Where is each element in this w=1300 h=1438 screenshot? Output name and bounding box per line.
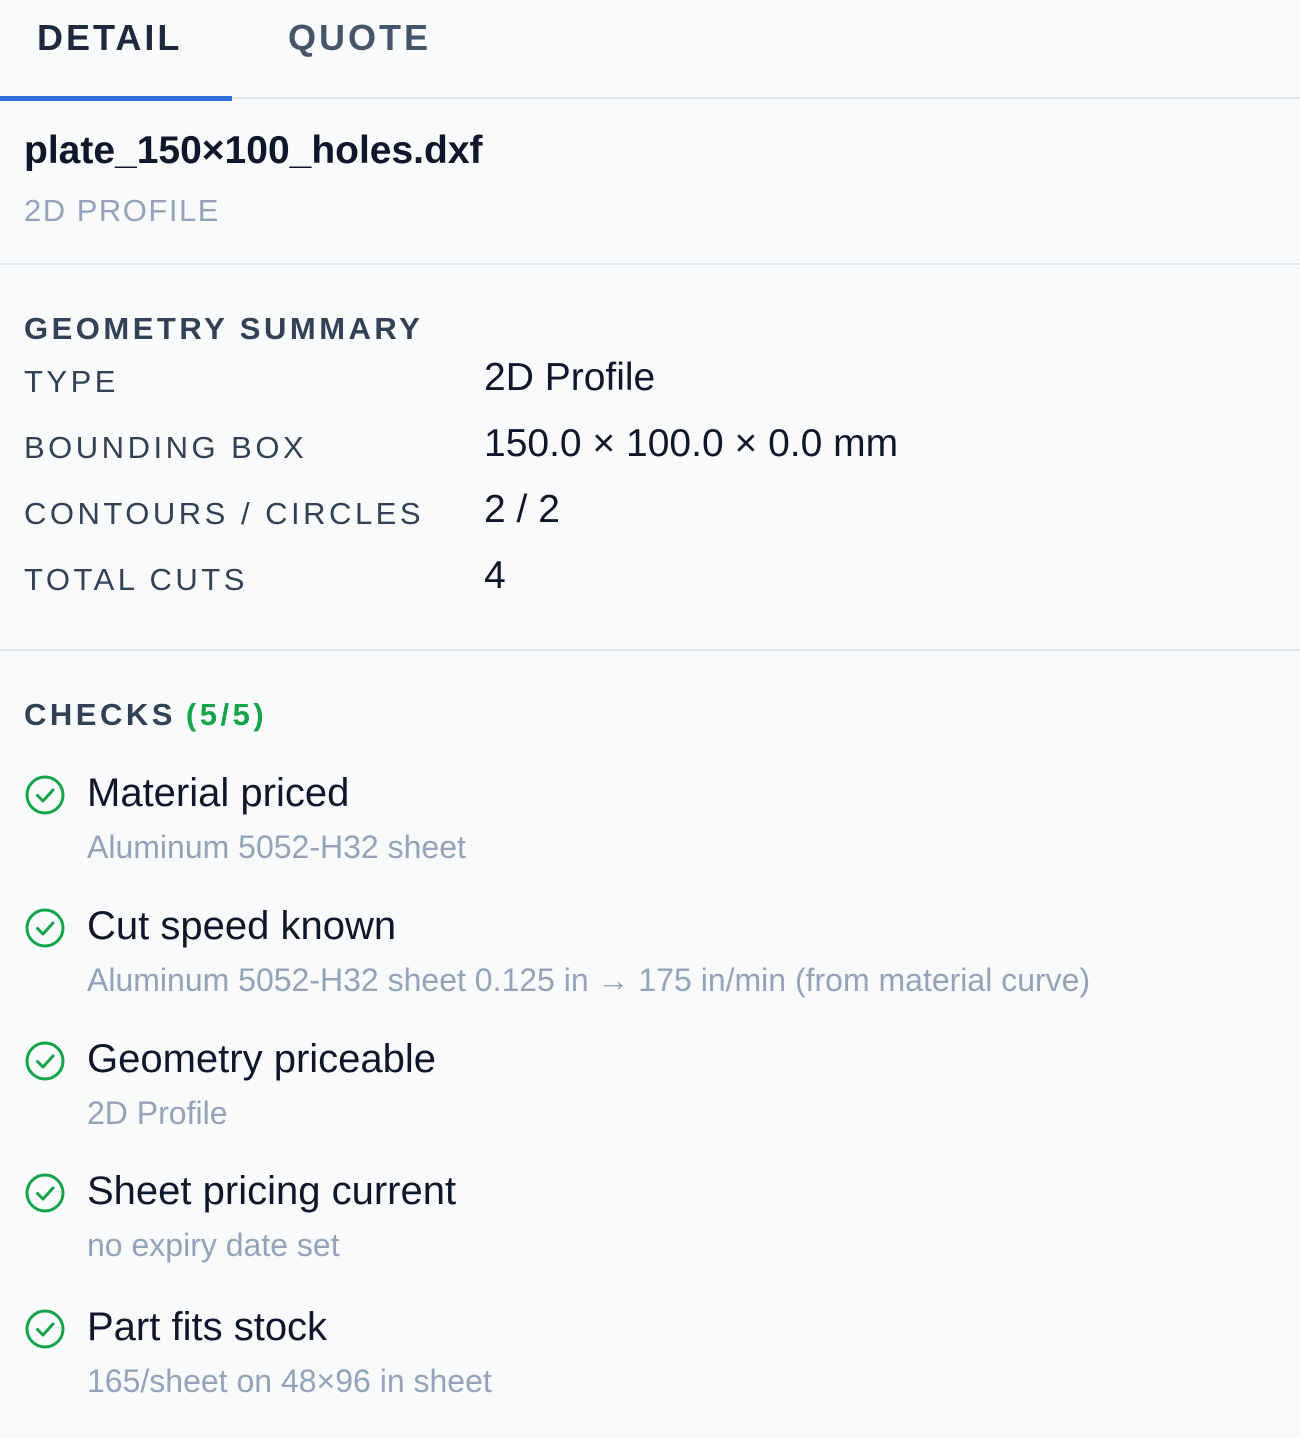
check-detail: no expiry date set bbox=[87, 1227, 340, 1263]
checks-count: (5/5) bbox=[185, 697, 268, 732]
check-item-material-priced: Material priced Aluminum 5052-H32 sheet bbox=[0, 771, 1300, 881]
check-detail: Aluminum 5052-H32 sheet bbox=[87, 829, 466, 865]
geometry-row-contours-circles: CONTOURS / CIRCLES 2 / 2 bbox=[0, 484, 1300, 544]
geometry-value: 150.0 × 100.0 × 0.0 mm bbox=[484, 422, 899, 465]
file-header: plate_150×100_holes.dxf 2D PROFILE bbox=[0, 99, 1300, 265]
checks-title: CHECKS (5/5) bbox=[24, 697, 267, 733]
check-detail: 165/sheet on 48×96 in sheet bbox=[87, 1363, 492, 1399]
check-circle-icon bbox=[25, 1173, 65, 1213]
check-circle-icon bbox=[25, 1309, 65, 1349]
geometry-summary: GEOMETRY SUMMARY TYPE 2D Profile BOUNDIN… bbox=[0, 265, 1300, 651]
check-item-part-fits-stock: Part fits stock 165/sheet on 48×96 in sh… bbox=[0, 1305, 1300, 1415]
checks-title-label: CHECKS bbox=[24, 697, 176, 732]
geometry-row-bounding-box: BOUNDING BOX 150.0 × 100.0 × 0.0 mm bbox=[0, 418, 1300, 478]
check-title: Material priced bbox=[87, 771, 350, 815]
check-title: Part fits stock bbox=[87, 1305, 328, 1349]
check-item-geometry-priceable: Geometry priceable 2D Profile bbox=[0, 1037, 1300, 1147]
check-title: Cut speed known bbox=[87, 904, 397, 948]
file-type: 2D PROFILE bbox=[24, 193, 220, 228]
tab-bar: DETAIL QUOTE bbox=[0, 0, 1300, 101]
geometry-summary-title: GEOMETRY SUMMARY bbox=[24, 311, 424, 346]
tab-quote[interactable]: QUOTE bbox=[288, 0, 431, 99]
geometry-row-total-cuts: TOTAL CUTS 4 bbox=[0, 550, 1300, 610]
geometry-value: 2 / 2 bbox=[484, 488, 560, 531]
check-title: Sheet pricing current bbox=[87, 1169, 457, 1213]
check-item-sheet-pricing-current: Sheet pricing current no expiry date set bbox=[0, 1169, 1300, 1279]
check-detail: Aluminum 5052-H32 sheet 0.125 in → 175 i… bbox=[87, 962, 1091, 998]
geometry-label: TOTAL CUTS bbox=[24, 562, 248, 597]
check-detail: 2D Profile bbox=[87, 1095, 228, 1131]
check-title: Geometry priceable bbox=[87, 1037, 437, 1081]
geometry-value: 2D Profile bbox=[484, 356, 656, 399]
geometry-label: CONTOURS / CIRCLES bbox=[24, 496, 425, 531]
check-circle-icon bbox=[25, 908, 65, 948]
geometry-label: BOUNDING BOX bbox=[24, 430, 308, 465]
check-item-cut-speed-known: Cut speed known Aluminum 5052-H32 sheet … bbox=[0, 904, 1300, 1014]
geometry-row-type: TYPE 2D Profile bbox=[0, 352, 1300, 412]
checks-section: CHECKS (5/5) Material priced Aluminum 505… bbox=[0, 651, 1300, 1438]
check-circle-icon bbox=[25, 775, 65, 815]
check-circle-icon bbox=[25, 1041, 65, 1081]
tab-detail[interactable]: DETAIL bbox=[0, 0, 232, 101]
geometry-label: TYPE bbox=[24, 364, 119, 399]
file-name: plate_150×100_holes.dxf bbox=[24, 129, 483, 172]
geometry-value: 4 bbox=[484, 554, 506, 597]
